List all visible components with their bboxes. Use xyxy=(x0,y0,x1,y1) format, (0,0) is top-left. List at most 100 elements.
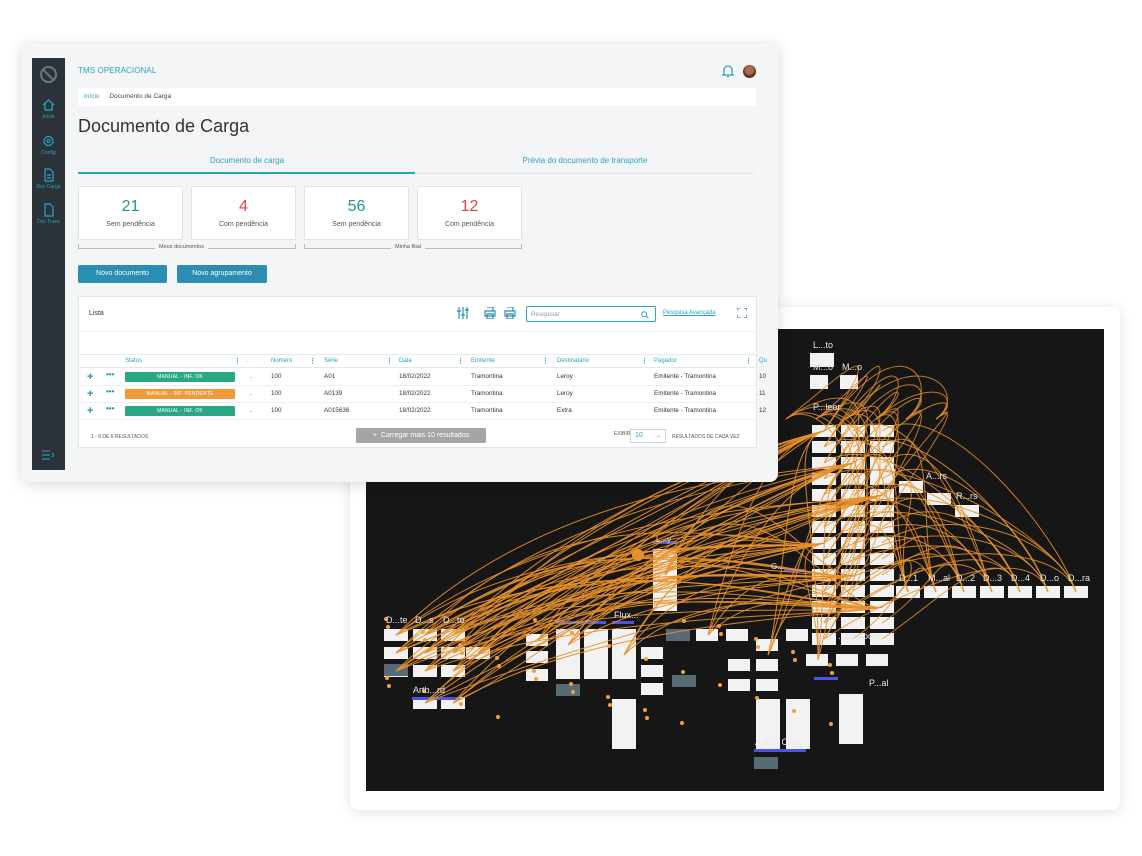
cell-data: 18/02/2022 xyxy=(399,373,431,380)
fullscreen-icon[interactable] xyxy=(737,308,747,318)
node-label: G... xyxy=(771,562,784,571)
stat-label: Com pendência xyxy=(444,221,495,228)
column-header-serie[interactable]: Série xyxy=(324,358,338,364)
node-label: P...leor xyxy=(813,402,840,412)
tab-documento-de-carga[interactable]: Documento de carga xyxy=(78,156,416,165)
expand-row-icon[interactable]: + xyxy=(87,388,93,400)
group-label-branch: Minha filial xyxy=(391,244,425,250)
stat-value: 4 xyxy=(239,198,248,215)
group-bracket xyxy=(295,244,296,249)
avatar[interactable] xyxy=(743,65,756,78)
cell-emitente: Tramontina xyxy=(471,407,503,414)
group-bracket xyxy=(521,244,522,249)
stat-card-branch-ok[interactable]: 56 Sem pendência xyxy=(304,186,409,240)
load-more-button[interactable]: + Carregar mais 10 resultados xyxy=(356,428,486,443)
expand-row-icon[interactable]: + xyxy=(87,371,93,383)
column-header-destinatario[interactable]: Destinatário xyxy=(557,358,589,364)
expand-row-icon[interactable]: + xyxy=(87,405,93,417)
row-actions-icon[interactable]: ••• xyxy=(106,404,114,413)
search-icon[interactable] xyxy=(641,311,649,319)
print-all-icon[interactable] xyxy=(504,307,516,319)
app-title: TMS OPERACIONAL xyxy=(78,66,157,75)
list-footer: 1 - 6 DE 6 RESULTADOS + Carregar mais 10… xyxy=(79,425,756,447)
advanced-search-link[interactable]: Pesquisa Avançada xyxy=(663,310,716,316)
new-document-button[interactable]: Novo documento xyxy=(78,265,167,283)
table-row[interactable]: + ••• MANUAL - INF. PENDENTE . 100 A0139… xyxy=(79,386,766,403)
cell-qtd: 12 xyxy=(759,407,767,414)
notification-bell-icon[interactable] xyxy=(722,64,734,78)
node-label: D...1 xyxy=(899,573,918,583)
column-menu-icon[interactable]: ⋮ xyxy=(745,357,752,365)
node-label: Artb...rd xyxy=(413,685,445,695)
column-menu-icon[interactable]: ⋮ xyxy=(641,357,648,365)
column-header-qtd[interactable]: Qu xyxy=(759,358,767,364)
stat-label: Com pendência xyxy=(218,221,269,228)
node-label: D...s xyxy=(415,615,434,625)
main-content: TMS OPERACIONAL Início Documento de Carg… xyxy=(65,58,778,470)
active-tab-indicator xyxy=(78,172,415,174)
node-label: ...ransporte xyxy=(838,631,884,641)
row-actions-icon[interactable]: ••• xyxy=(106,370,114,379)
new-grouping-button[interactable]: Novo agrupamento xyxy=(177,265,267,283)
sidebar-item-doc-trans[interactable]: Doc Trans xyxy=(32,203,65,225)
table-header: Status ⋮ . Número ⋮ Série ⋮ Data ⋮ Emite… xyxy=(79,354,767,368)
node-label: P...al xyxy=(869,678,888,688)
node-label: D...te xyxy=(386,615,408,625)
document-icon xyxy=(44,168,54,182)
column-menu-icon[interactable]: ⋮ xyxy=(386,357,393,365)
sidebar: Início Config Doc Carga Doc Trans xyxy=(32,58,65,470)
sidebar-item-config[interactable]: Config xyxy=(32,134,65,156)
sidebar-item-doc-carga[interactable]: Doc Carga xyxy=(32,168,65,190)
sidebar-item-inicio[interactable]: Início xyxy=(32,98,65,120)
column-menu-icon[interactable]: ⋮ xyxy=(234,357,241,365)
per-page-select[interactable]: 10 ⌄ xyxy=(630,429,666,443)
cell-emitente: Tramontina xyxy=(471,390,503,397)
node-label: D...2 xyxy=(956,573,975,583)
column-header-emitente[interactable]: Emitente xyxy=(471,358,495,364)
filter-sliders-icon[interactable] xyxy=(457,307,469,319)
cell-serie: A0139 xyxy=(324,390,343,397)
column-header-data[interactable]: Data xyxy=(399,358,412,364)
tab-bar: Documento de carga Prévia do documento d… xyxy=(78,152,754,174)
table-row[interactable]: + ••• MANUAL - INF. OK . 100 A015636 18/… xyxy=(79,403,766,420)
node-label: D...ra xyxy=(1068,573,1090,583)
plus-icon: + xyxy=(372,432,381,439)
row-actions-icon[interactable]: ••• xyxy=(106,387,114,396)
composite-stage: L...to M...o M...o P...leor A...rs R...r… xyxy=(0,0,1142,856)
table-row[interactable]: + ••• MANUAL - INF. OK . 100 A01 18/02/2… xyxy=(79,369,766,386)
group-label-mine: Meus documentos xyxy=(155,244,208,250)
tab-previa-documento-transporte[interactable]: Prévia do documento de transporte xyxy=(416,156,754,165)
column-header-pagador[interactable]: Pagador xyxy=(654,358,677,364)
cell-dot: . xyxy=(250,407,252,414)
status-badge: MANUAL - INF. OK xyxy=(125,372,235,382)
cell-destinatario: Leroy xyxy=(557,390,573,397)
sidebar-item-label: Início xyxy=(42,114,55,120)
sidebar-item-label: Config xyxy=(41,150,56,156)
stat-value: 56 xyxy=(347,198,366,215)
column-menu-icon[interactable]: ⋮ xyxy=(542,357,549,365)
stat-card-mine-ok[interactable]: 21 Sem pendência xyxy=(78,186,183,240)
cell-data: 18/02/2022 xyxy=(399,407,431,414)
search-input[interactable]: Pesquisar xyxy=(526,306,656,322)
tms-app-window: Início Config Doc Carga Doc Trans TMS OP… xyxy=(22,44,778,482)
node-label: Artb... Copy xyxy=(755,737,803,747)
breadcrumb-home-link[interactable]: Início xyxy=(84,93,100,100)
show-label: EXIBIR xyxy=(614,431,631,437)
print-icon[interactable] xyxy=(484,307,496,319)
column-menu-icon[interactable]: ⋮ xyxy=(457,357,464,365)
node-label: R...rs xyxy=(956,491,978,501)
chevron-down-icon: ⌄ xyxy=(655,433,661,439)
document-icon xyxy=(44,203,54,217)
node-label: L...to xyxy=(813,340,833,350)
status-badge: MANUAL - INF. OK xyxy=(125,406,235,416)
cell-qtd: 10 xyxy=(759,373,767,380)
stat-card-branch-pending[interactable]: 12 Com pendência xyxy=(417,186,522,240)
collapse-menu-icon[interactable] xyxy=(42,450,54,460)
column-header-numero[interactable]: Número xyxy=(271,358,292,364)
stat-card-mine-pending[interactable]: 4 Com pendência xyxy=(191,186,296,240)
column-header-dot[interactable]: . xyxy=(247,358,249,364)
cell-destinatario: Leroy xyxy=(557,373,573,380)
column-header-status[interactable]: Status xyxy=(125,358,142,364)
column-menu-icon[interactable]: ⋮ xyxy=(309,357,316,365)
node-label: D...o xyxy=(1040,573,1059,583)
